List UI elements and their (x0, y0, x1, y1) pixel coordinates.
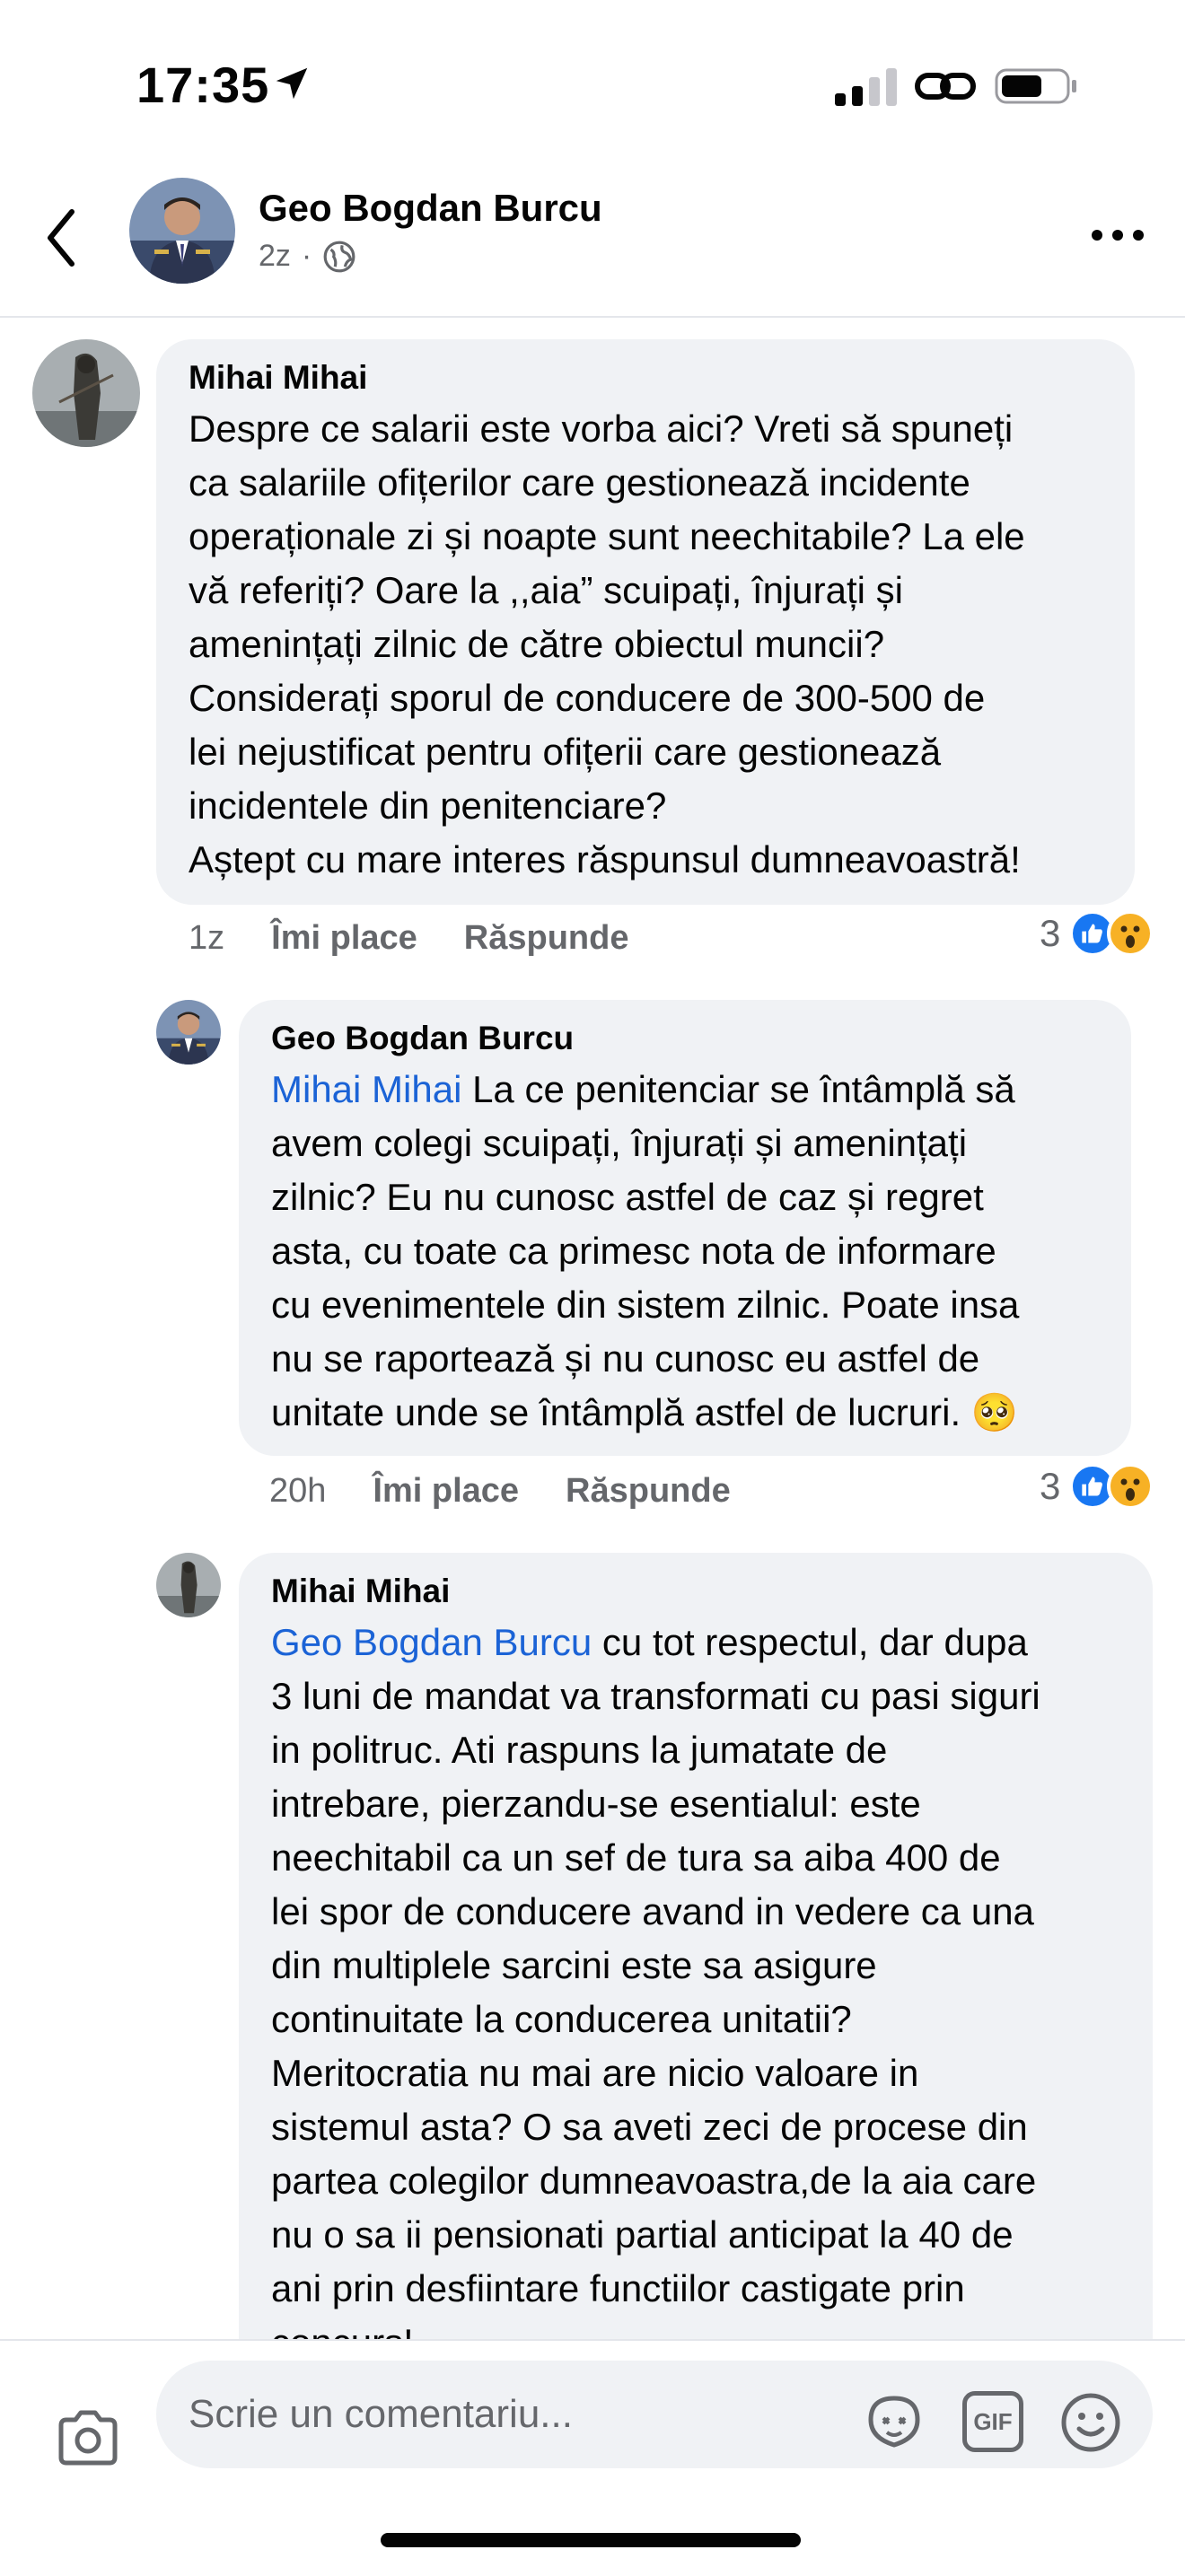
reply-body: La ce penitenciar se întâmplă să avem co… (271, 1068, 1020, 1433)
link-icon (915, 73, 976, 100)
reply-actions: 20h Îmi place Răspunde (269, 1472, 731, 1511)
comment-time: 1z (189, 919, 225, 957)
comment-text: Despre ce salarii este vorba aici? Vreti… (189, 407, 1025, 881)
home-indicator[interactable] (381, 2533, 801, 2547)
author-name[interactable]: Geo Bogdan Burcu (259, 187, 602, 230)
emoji-icon[interactable] (1059, 2391, 1122, 2454)
reply-button[interactable]: Răspunde (464, 919, 629, 958)
post-meta: 2z · (259, 239, 356, 274)
like-button[interactable]: Îmi place (271, 919, 417, 958)
reaction-summary[interactable]: 3 (1040, 1463, 1154, 1510)
reaction-count: 3 (1040, 1465, 1061, 1507)
commenter-avatar[interactable] (32, 339, 140, 447)
more-options-icon[interactable] (1090, 226, 1146, 244)
avatar-sticker-icon[interactable] (862, 2393, 926, 2450)
wow-reaction-icon (1107, 1463, 1154, 1510)
mention-link[interactable]: Geo Bogdan Burcu (271, 1621, 592, 1663)
gif-icon[interactable]: GIF (962, 2391, 1023, 2452)
reply-author[interactable]: Mihai Mihai (271, 1573, 1153, 1610)
reply-body: cu tot respectul, dar dupa 3 luni de man… (271, 1621, 1040, 2363)
reaction-count: 3 (1040, 912, 1061, 954)
meta-separator: · (301, 239, 312, 273)
reply-avatar[interactable] (156, 1553, 221, 1617)
camera-icon[interactable] (56, 2409, 120, 2466)
reply-button[interactable]: Răspunde (566, 1472, 731, 1511)
post-header: Geo Bogdan Burcu 2z · (0, 171, 1185, 318)
wow-reaction-icon (1107, 910, 1154, 957)
status-bar: 17:35 (0, 0, 1185, 171)
comment-actions: 1z Îmi place Răspunde (189, 919, 628, 958)
location-arrow-icon (276, 67, 308, 100)
like-button[interactable]: Îmi place (373, 1472, 519, 1511)
globe-icon (323, 241, 356, 272)
reply-text: Mihai Mihai La ce penitenciar se întâmpl… (271, 1063, 1131, 1440)
back-chevron-icon[interactable] (43, 206, 79, 269)
status-time: 17:35 (136, 57, 270, 113)
reply-text: Geo Bogdan Burcu cu tot respectul, dar d… (271, 1616, 1153, 2370)
battery-icon (995, 68, 1076, 104)
post-time: 2z (259, 239, 291, 273)
mention-link[interactable]: Mihai Mihai (271, 1068, 461, 1110)
reply-bubble[interactable]: Mihai Mihai Geo Bogdan Burcu cu tot resp… (239, 1553, 1153, 2450)
reply-time: 20h (269, 1472, 327, 1510)
reaction-summary[interactable]: 3 (1040, 910, 1154, 957)
comment-author[interactable]: Mihai Mihai (189, 359, 1135, 397)
reply-bubble[interactable]: Geo Bogdan Burcu Mihai Mihai La ce penit… (239, 1000, 1131, 1456)
cellular-signal-icon (835, 66, 898, 106)
reply-avatar[interactable] (156, 1000, 221, 1065)
author-avatar[interactable] (129, 178, 235, 284)
reply-author[interactable]: Geo Bogdan Burcu (271, 1020, 1131, 1057)
gif-label: GIF (973, 2407, 1013, 2435)
comment-bubble[interactable]: Mihai Mihai Despre ce salarii este vorba… (156, 339, 1135, 905)
